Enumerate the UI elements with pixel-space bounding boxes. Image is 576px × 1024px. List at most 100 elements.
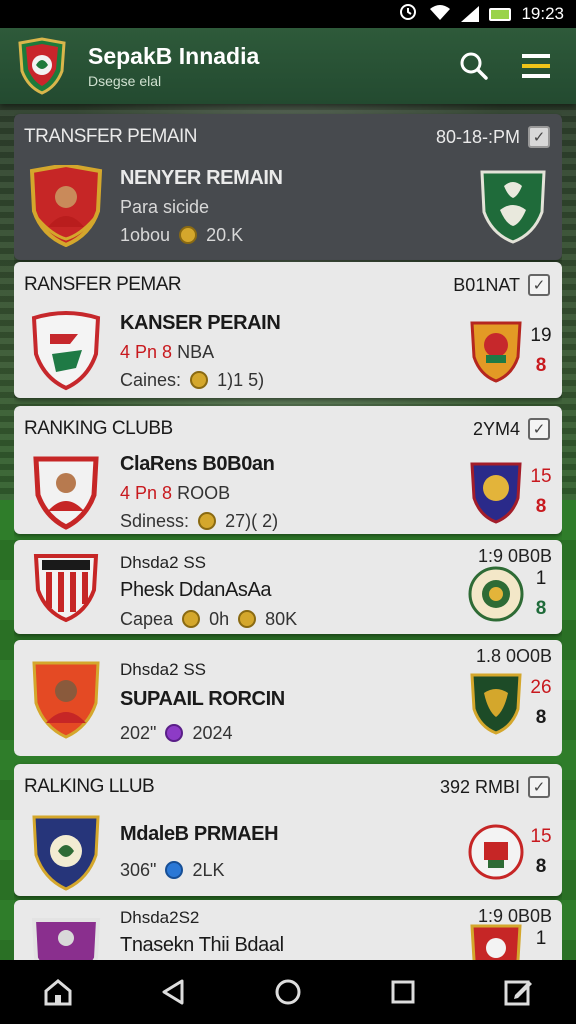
menu-button[interactable] — [512, 42, 560, 90]
club-crest — [468, 562, 524, 626]
coin-icon — [165, 861, 184, 879]
section-checkbox[interactable]: ✓ — [528, 776, 550, 798]
list-item[interactable]: Dhsda2 SS Phesk DdanAsAa Capea 0h 80K 1 … — [14, 540, 562, 634]
score-column: 19 8 — [524, 321, 558, 381]
section-title: RALKING LLUB — [24, 776, 155, 797]
value-amount: 2LK — [192, 860, 225, 880]
section-card: RANKING CLUBB 2YM4 ✓ ClaRens B0B0an 4 Pn… — [14, 406, 562, 534]
club-crest — [28, 310, 104, 392]
player-stats: 4 Pn 8 NBA — [120, 342, 468, 363]
status-time: 19:23 — [521, 4, 564, 23]
club-crest — [28, 914, 104, 960]
list-item[interactable]: Dhsda2 SS SUPAAIL RORCIN 202" 2024 26 8 — [14, 640, 562, 756]
coin-icon — [238, 609, 257, 628]
circle-home-icon — [275, 979, 301, 1005]
stat-label: 4 Pn — [120, 482, 158, 503]
item-subtitle: Dhsda2S2 — [120, 908, 200, 927]
section-title: TRANSFER PEMAIN — [24, 126, 198, 147]
value-label: 306" — [120, 860, 157, 880]
club-crest — [28, 550, 104, 624]
list-card[interactable]: 1:9 0B0B Dhsda2S2 Tnasekn Thii Bdaal 1 — [14, 900, 562, 960]
stat-label: 4 Pn — [120, 341, 158, 362]
list-item[interactable]: ClaRens B0B0an 4 Pn 8 ROOB Sdiness: 27)(… — [14, 452, 562, 532]
recents-button[interactable] — [375, 964, 431, 1020]
coin-icon — [165, 724, 184, 742]
back-button[interactable] — [145, 964, 201, 1020]
section-checkbox[interactable]: ✓ — [528, 274, 550, 296]
score-bottom: 8 — [535, 496, 547, 517]
section-meta: B01NAT — [453, 274, 520, 295]
value-label: Sdiness: — [120, 510, 190, 531]
status-bar: 19:23 — [0, 0, 576, 28]
section-title: RANSFER PEMAR — [24, 274, 182, 295]
app-bar: SepakB Innadia Dsegse elal — [0, 28, 576, 104]
section-card: TRANSFER PEMAIN 80-18-:PM ✓ NENYER REMAI… — [14, 114, 562, 260]
player-crest — [28, 453, 104, 531]
section-card: RALKING LLUB 392 RMBI ✓ MdaleB PRMAEH 30… — [14, 764, 562, 896]
section-checkbox[interactable]: ✓ — [528, 418, 550, 440]
circle-home-button[interactable] — [260, 964, 316, 1020]
list-item[interactable]: Dhsda2S2 Tnasekn Thii Bdaal 1 — [14, 900, 562, 960]
value-amount: 20.K — [206, 224, 244, 245]
coin-icon — [198, 511, 217, 530]
section-card: RANSFER PEMAR B01NAT ✓ KANSER PERAIN 4 P… — [14, 262, 562, 398]
score-column: 15 8 — [524, 462, 558, 522]
club-crest — [468, 671, 524, 735]
menu-icon — [522, 54, 550, 78]
player-value: 306" 2LK — [120, 860, 468, 881]
player-value: Capea 0h 80K — [120, 609, 468, 630]
list-item[interactable]: KANSER PERAIN 4 Pn 8 NBA Caines: 1)1 5) — [14, 308, 562, 394]
player-value: Sdiness: 27)( 2) — [120, 511, 468, 532]
app-title: SepakB Innadia — [88, 43, 260, 69]
club-crest — [468, 319, 524, 383]
search-icon — [460, 52, 488, 80]
list-card[interactable]: 1.8 0O0B Dhsda2 SS SUPAAIL RORCIN 202" 2… — [14, 640, 562, 756]
value-mid: 0h — [209, 608, 230, 629]
value-label: Capea — [120, 608, 174, 629]
score-column: 15 8 — [524, 822, 558, 882]
coin-icon — [179, 225, 198, 244]
player-name: KANSER PERAIN — [120, 311, 281, 334]
value-label: 202" — [120, 723, 157, 743]
score-bottom: 8 — [535, 707, 547, 728]
section-title: RANKING CLUBB — [24, 418, 173, 439]
edit-icon — [504, 980, 533, 1006]
wifi-icon — [429, 4, 451, 25]
section-meta: 2YM4 — [472, 418, 520, 439]
score-column: 1 8 — [524, 564, 558, 624]
list-card[interactable]: 1:9 0B0B Dhsda2 SS Phesk DdanAsAa Capea … — [14, 540, 562, 634]
edit-button[interactable] — [490, 964, 546, 1020]
back-icon — [162, 979, 184, 1005]
score-top: 1 — [535, 568, 547, 589]
navigation-bar — [0, 960, 576, 1024]
player-position: Para sicide — [120, 196, 210, 217]
player-name: SUPAAIL RORCIN — [120, 688, 285, 710]
stat-rest: NBA — [177, 341, 215, 362]
score-column: 26 8 — [524, 673, 558, 733]
signal-icon — [461, 6, 480, 22]
player-value: 1obou 20.K — [120, 225, 478, 246]
section-group: RANKING CLUBB 2YM4 ✓ ClaRens B0B0an 4 Pn… — [14, 406, 562, 756]
stat-rest: ROOB — [177, 482, 231, 503]
item-subtitle: Dhsda2 SS — [120, 660, 206, 679]
search-button[interactable] — [450, 42, 498, 90]
list-item[interactable]: MdaleB PRMAEH 306" 2LK 15 8 — [14, 810, 562, 894]
value-label: 1obou — [120, 224, 171, 245]
score-top: 15 — [530, 826, 552, 847]
club-crest — [28, 811, 104, 893]
section-header: RANSFER PEMAR B01NAT ✓ — [14, 262, 562, 308]
section-checkbox[interactable]: ✓ — [528, 126, 550, 148]
value-amount: 1)1 5) — [217, 369, 265, 390]
value-amount: 80K — [265, 608, 298, 629]
score-top: 19 — [530, 325, 552, 346]
list-item[interactable]: NENYER REMAIN Para sicide 1obou 20.K — [14, 160, 562, 252]
home-button[interactable] — [30, 964, 86, 1020]
player-name: Phesk DdanAsAa — [120, 578, 272, 601]
content-list[interactable]: TRANSFER PEMAIN 80-18-:PM ✓ NENYER REMAI… — [14, 104, 562, 960]
club-crest — [468, 922, 524, 960]
value-amount: 27)( 2) — [225, 510, 279, 531]
section-header: TRANSFER PEMAIN 80-18-:PM ✓ — [14, 114, 562, 160]
score-bottom: 8 — [535, 355, 547, 376]
club-crest — [468, 820, 524, 884]
player-name: Tnasekn Thii Bdaal — [120, 934, 284, 956]
